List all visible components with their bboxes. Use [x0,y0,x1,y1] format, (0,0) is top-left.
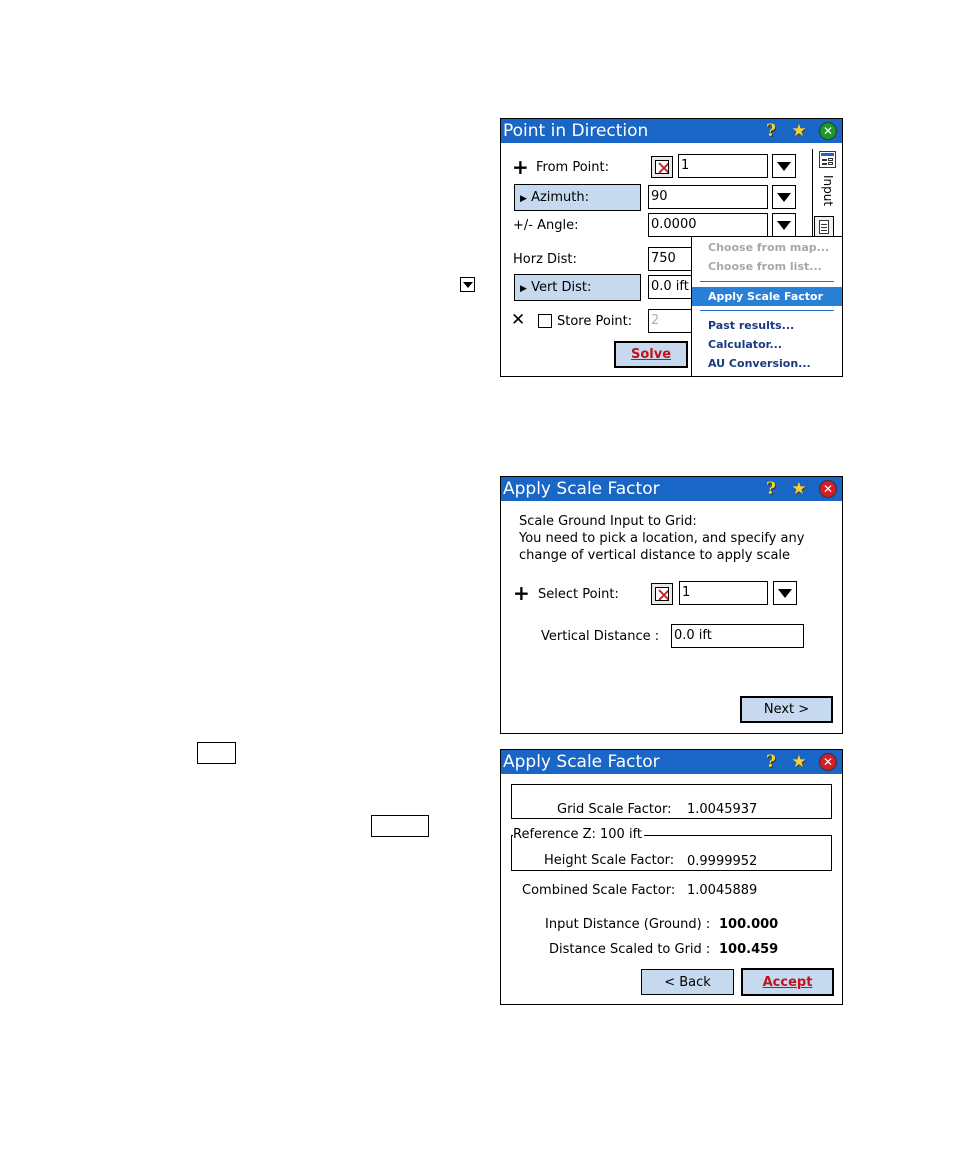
accept-button-label: Accept [762,974,813,990]
inline-dropdown-icon [460,277,475,292]
scaled-distance-label: Distance Scaled to Grid : [549,942,711,957]
titlebar: Apply Scale Factor ? ★ ✕ [501,750,842,774]
chevron-down-icon [778,588,792,598]
window-title: Apply Scale Factor [503,479,660,499]
menu-item-calculator[interactable]: Calculator... [692,335,842,354]
select-point-dropdown-button[interactable] [773,581,797,605]
cross-icon[interactable]: ✕ [511,311,525,329]
apply-scale-factor-results-window: Apply Scale Factor ? ★ ✕ Grid Scale Fact… [500,749,843,1005]
from-point-label: From Point: [536,160,609,175]
menu-separator [700,281,834,282]
azimuth-field[interactable]: 90 [648,185,768,209]
store-point-label: Store Point: [557,314,633,329]
scaled-distance-value: 100.459 [719,942,779,957]
vert-dist-toggle-button[interactable]: ▶ Vert Dist: [514,274,641,301]
map-pick-button[interactable] [651,583,673,605]
input-distance-label: Input Distance (Ground) : [545,917,711,932]
grid-scale-label: Grid Scale Factor: [557,802,672,817]
vert-dist-label: Vert Dist: [531,280,592,295]
form-icon [819,151,836,168]
grid-scale-value: 1.0045937 [687,802,758,817]
combined-scale-value: 1.0045889 [687,883,758,898]
input-distance-value: 100.000 [719,917,779,932]
solve-button[interactable]: Solve [614,341,688,368]
reference-z-label: Reference Z: 100 ift [513,827,645,843]
horz-dist-label: Horz Dist: [513,252,577,267]
from-point-field[interactable]: 1 [678,154,768,178]
expand-arrow-icon: ▶ [520,194,527,204]
vertical-distance-label: Vertical Distance : [541,629,660,644]
map-pick-button[interactable] [651,156,673,178]
notes-icon[interactable] [814,216,834,238]
close-icon[interactable]: ✕ [818,752,838,772]
star-icon[interactable]: ★ [789,121,809,141]
azimuth-dropdown-button[interactable] [772,185,796,209]
plus-icon[interactable]: + [513,583,530,603]
back-button[interactable]: < Back [641,969,734,995]
window-title: Point in Direction [503,121,649,141]
description-line: f [519,564,829,565]
description-line: You need to pick a location, and specify… [519,531,805,546]
store-point-checkbox[interactable] [538,314,552,328]
help-icon[interactable]: ? [761,121,781,141]
inline-key-box-wide [371,815,429,837]
accept-button[interactable]: Accept [741,968,834,996]
solve-button-label: Solve [630,347,672,362]
azimuth-toggle-button[interactable]: ▶ Azimuth: [514,184,641,211]
chevron-down-icon [777,220,791,230]
angle-field[interactable]: 0.0000 [648,213,768,237]
window-title: Apply Scale Factor [503,752,660,772]
titlebar: Apply Scale Factor ? ★ ✕ [501,477,842,501]
context-menu: Choose from map... Choose from list... A… [691,236,842,376]
menu-item-past-results[interactable]: Past results... [692,316,842,335]
next-button-label: Next > [763,702,810,717]
input-tab-label: Input [821,175,835,207]
description-text: Scale Ground Input to Grid: You need to … [519,513,829,565]
azimuth-label: Azimuth: [531,190,590,205]
description-line: change of vertical distance to apply sca… [519,548,791,563]
plus-icon[interactable]: + [512,157,529,177]
select-point-label: Select Point: [538,587,619,602]
menu-separator [700,310,834,311]
menu-item-choose-from-list[interactable]: Choose from list... [692,257,842,276]
menu-item-au-conversion[interactable]: AU Conversion... [692,354,842,373]
star-icon[interactable]: ★ [789,752,809,772]
menu-item-choose-from-map[interactable]: Choose from map... [692,238,842,257]
close-icon[interactable]: ✕ [818,479,838,499]
height-scale-value: 0.9999952 [687,854,758,869]
titlebar: Point in Direction ? ★ ✕ [501,119,842,143]
chevron-down-icon [777,161,791,171]
chevron-down-icon [777,192,791,202]
menu-item-apply-scale-factor[interactable]: Apply Scale Factor [692,287,842,306]
from-point-dropdown-button[interactable] [772,154,796,178]
map-pick-icon [655,587,669,601]
height-scale-label: Height Scale Factor: [544,853,675,868]
apply-scale-factor-input-window: Apply Scale Factor ? ★ ✕ Scale Ground In… [500,476,843,734]
angle-dropdown-button[interactable] [772,213,796,237]
back-button-label: < Back [664,974,711,990]
star-icon[interactable]: ★ [789,479,809,499]
select-point-field[interactable]: 1 [679,581,768,605]
description-line: Scale Ground Input to Grid: [519,514,697,529]
next-button[interactable]: Next > [740,696,833,723]
vertical-distance-field[interactable]: 0.0 ift [671,624,804,648]
angle-label: +/- Angle: [513,218,579,233]
help-icon[interactable]: ? [761,479,781,499]
help-icon[interactable]: ? [761,752,781,772]
close-icon[interactable]: ✕ [818,121,838,141]
map-pick-icon [655,160,669,174]
expand-arrow-icon: ▶ [520,284,527,294]
combined-scale-label: Combined Scale Factor: [522,883,676,898]
inline-key-box-small [197,742,236,764]
point-in-direction-window: Point in Direction ? ★ ✕ + From Point: 1… [500,118,843,377]
